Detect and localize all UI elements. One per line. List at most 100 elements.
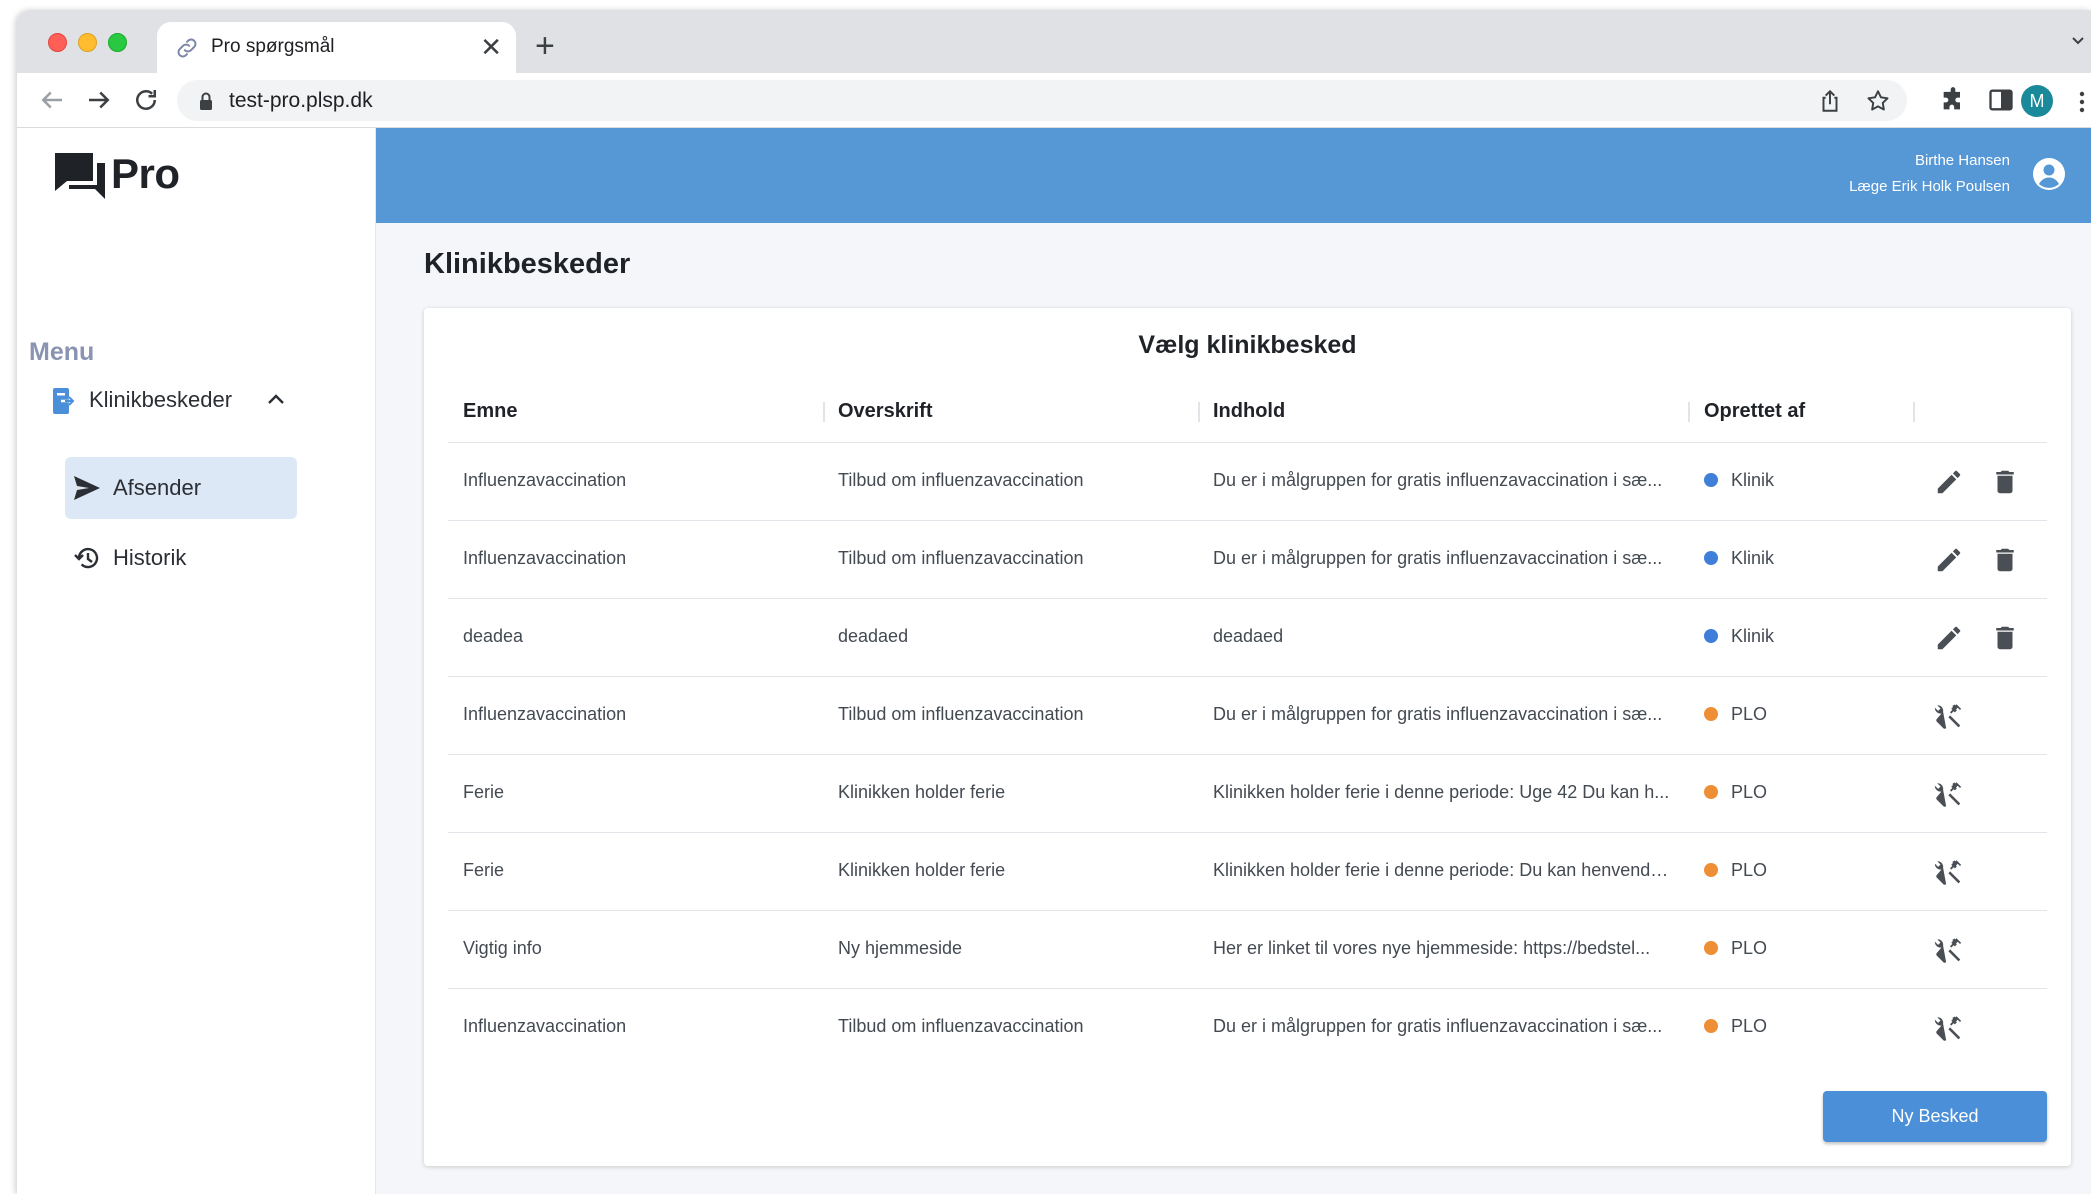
klinik-status-dot [1704, 473, 1718, 487]
sidebar-item-afsender[interactable]: Afsender [65, 457, 297, 519]
table-row[interactable]: deadea deadaed deadaed Klinik [448, 599, 2047, 677]
plo-status-dot [1704, 785, 1718, 799]
creator-label: PLO [1731, 704, 1768, 724]
browser-window: Pro spørgsmål ✕ + test-pro.plsp.dk M Pro… [17, 10, 2091, 1194]
column-divider[interactable] [1198, 402, 1200, 422]
cell-indhold: Du er i målgruppen for gratis influenzav… [1213, 548, 1663, 568]
cell-emne: Influenzavaccination [463, 548, 627, 568]
sidebar-item-historik[interactable]: Historik [65, 527, 297, 589]
cell-overskrift: Ny hjemmeside [838, 938, 963, 958]
message-exit-icon [53, 388, 75, 414]
chat-bubbles-logo-icon [55, 153, 105, 199]
edit-pencil-icon[interactable] [1934, 623, 1964, 653]
back-arrow-icon[interactable] [37, 85, 67, 115]
reload-icon[interactable] [131, 85, 161, 115]
table-row[interactable]: Influenzavaccination Tilbud om influenzav… [448, 521, 2047, 599]
edit-pencil-icon[interactable] [1934, 545, 1964, 575]
plo-status-dot [1704, 863, 1718, 877]
cell-emne: Influenzavaccination [463, 1016, 627, 1036]
cell-emne: Influenzavaccination [463, 470, 627, 490]
plo-status-dot [1704, 707, 1718, 721]
delete-trash-icon[interactable] [1990, 623, 2020, 653]
cell-overskrift: Klinikken holder ferie [838, 782, 1006, 802]
column-divider[interactable] [823, 402, 825, 422]
cell-overskrift: Tilbud om influenzavaccination [838, 470, 1084, 490]
profile-avatar[interactable]: M [2021, 85, 2053, 117]
more-options-icon[interactable] [2079, 90, 2085, 114]
delete-trash-icon[interactable] [1990, 545, 2020, 575]
user-role: Læge Erik Holk Poulsen [1849, 178, 2010, 195]
url-text: test-pro.plsp.dk [229, 89, 373, 112]
column-header-emne[interactable]: Emne [463, 400, 813, 423]
menu-group-klinikbeskeder[interactable]: Klinikbeskeder [51, 380, 291, 420]
sidebar-item-label: Historik [113, 545, 187, 570]
cell-overskrift: Tilbud om influenzavaccination [838, 548, 1084, 568]
menu-heading: Menu [29, 338, 95, 366]
lock-icon[interactable] [197, 91, 215, 111]
column-header-indhold[interactable]: Indhold [1213, 400, 1673, 423]
cell-indhold: Du er i målgruppen for gratis influenzav… [1213, 704, 1663, 724]
user-name: Birthe Hansen [1914, 152, 2010, 169]
browser-tab[interactable]: Pro spørgsmål ✕ [157, 22, 516, 73]
table-row[interactable]: Influenzavaccination Tilbud om influenzav… [448, 443, 2047, 521]
column-divider[interactable] [1913, 402, 1915, 422]
cell-oprettet-af: Klinik [1704, 470, 1904, 491]
creator-label: Klinik [1731, 470, 1775, 490]
column-header-overskrift[interactable]: Overskrift [838, 400, 1188, 423]
plo-status-dot [1704, 1019, 1718, 1033]
minimize-window-button[interactable] [78, 33, 97, 52]
tools-icon[interactable] [1934, 935, 1964, 965]
forward-arrow-icon[interactable] [84, 85, 114, 115]
table-row[interactable]: Vigtig info Ny hjemmeside Her er linket ti… [448, 911, 2047, 989]
plo-status-dot [1704, 941, 1718, 955]
cell-oprettet-af: PLO [1704, 782, 1904, 803]
menu-group-label: Klinikbeskeder [89, 387, 233, 412]
delete-trash-icon[interactable] [1990, 467, 2020, 497]
creator-label: PLO [1731, 860, 1768, 880]
cell-indhold: Her er linket til vores nye hjemmeside: … [1213, 938, 1651, 958]
side-panel-icon[interactable] [1987, 86, 2015, 114]
creator-label: PLO [1731, 782, 1768, 802]
app-header: Birthe Hansen Læge Erik Holk Poulsen [376, 128, 2091, 223]
table-row[interactable]: Influenzavaccination Tilbud om influenzav… [448, 989, 2047, 1067]
table-row[interactable]: Influenzavaccination Tilbud om influenzav… [448, 677, 2047, 755]
tab-close-button[interactable]: ✕ [480, 32, 502, 62]
tools-icon[interactable] [1934, 857, 1964, 887]
table-row[interactable]: Ferie Klinikken holder ferie Klinikken hol… [448, 755, 2047, 833]
extensions-puzzle-icon[interactable] [1939, 86, 1967, 114]
account-circle-icon[interactable] [2032, 157, 2066, 191]
messages-table: Emne Overskrift Indhold Oprettet af Infl… [448, 384, 2047, 1067]
chevron-up-icon[interactable] [267, 392, 285, 406]
logo-text: Pro [111, 150, 180, 197]
tools-icon[interactable] [1934, 701, 1964, 731]
table-row[interactable]: Ferie Klinikken holder ferie Klinikken hol… [448, 833, 2047, 911]
cell-overskrift: Klinikken holder ferie [838, 860, 1006, 880]
bookmark-star-icon[interactable] [1865, 88, 1891, 114]
cell-oprettet-af: PLO [1704, 704, 1904, 725]
cell-oprettet-af: Klinik [1704, 626, 1904, 647]
table-body: Influenzavaccination Tilbud om influenzav… [448, 443, 2047, 1067]
column-divider[interactable] [1688, 402, 1690, 422]
cell-oprettet-af: PLO [1704, 860, 1904, 881]
cell-emne: deadea [463, 626, 524, 646]
edit-pencil-icon[interactable] [1934, 467, 1964, 497]
tab-search-chevron-icon[interactable] [2071, 34, 2085, 48]
tools-icon[interactable] [1934, 1013, 1964, 1043]
cell-oprettet-af: Klinik [1704, 548, 1904, 569]
cell-indhold: deadaed [1213, 626, 1284, 646]
sidebar-item-label: Afsender [113, 475, 202, 500]
new-tab-button[interactable]: + [535, 28, 555, 64]
share-icon[interactable] [1817, 88, 1843, 114]
tools-icon[interactable] [1934, 779, 1964, 809]
close-window-button[interactable] [48, 33, 67, 52]
messages-card: Vælg klinikbesked Emne Overskrift Indhol… [424, 308, 2071, 1166]
new-message-button[interactable]: Ny Besked [1823, 1091, 2047, 1142]
cell-emne: Ferie [463, 860, 505, 880]
cell-indhold: Du er i målgruppen for gratis influenzav… [1213, 470, 1663, 490]
maximize-window-button[interactable] [108, 33, 127, 52]
column-header-oprettet-af[interactable]: Oprettet af [1704, 400, 1904, 423]
cell-overskrift: deadaed [838, 626, 909, 646]
card-title: Vælg klinikbesked [1138, 331, 1357, 359]
address-bar[interactable]: test-pro.plsp.dk [177, 80, 1907, 121]
page-title: Klinikbeskeder [424, 248, 631, 280]
